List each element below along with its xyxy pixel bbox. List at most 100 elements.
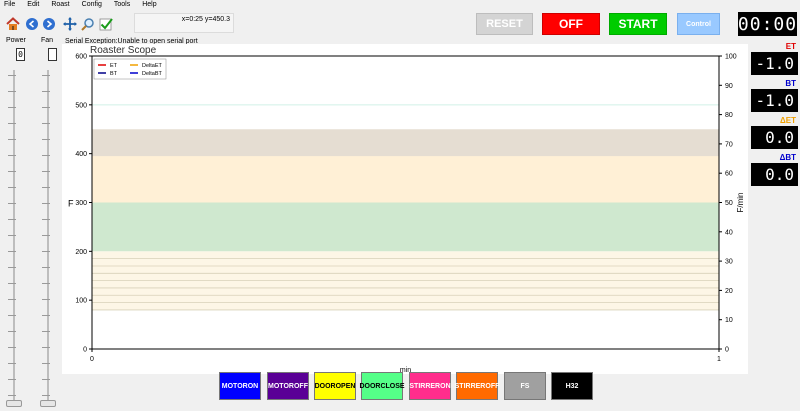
- event-button-h32[interactable]: H32: [551, 372, 593, 400]
- event-button-stirrer-off[interactable]: STIRRER OFF: [455, 372, 499, 400]
- y2-tick-label: 0: [725, 347, 729, 354]
- menu-config[interactable]: Config: [82, 0, 102, 10]
- slider-tick: [46, 363, 50, 364]
- lcd-label-1: BT: [785, 79, 796, 88]
- slider-tick: [46, 155, 50, 156]
- y2-tick-label: 60: [725, 171, 733, 178]
- slider-tick: [12, 139, 16, 140]
- y2-tick-label: 40: [725, 229, 733, 236]
- slider-tick: [12, 171, 16, 172]
- slider-tick: [46, 299, 50, 300]
- y2-tick-label: 100: [725, 54, 737, 61]
- phase-band: [92, 202, 719, 252]
- slider-tick: [12, 155, 16, 156]
- y-tick-label: 600: [75, 54, 87, 61]
- slider-tick: [46, 315, 50, 316]
- fan-label: Fan: [41, 37, 54, 44]
- legend-label: DeltaBT: [142, 71, 163, 77]
- slider-tick: [46, 251, 50, 252]
- zoom-icon[interactable]: [81, 17, 95, 31]
- legend-label: ET: [110, 63, 118, 69]
- y2-tick-label: 70: [725, 141, 733, 148]
- power-slider-thumb[interactable]: [6, 400, 22, 407]
- control-button[interactable]: Control: [677, 13, 720, 35]
- event-button-stirrer-on[interactable]: STIRRER ON: [409, 372, 451, 400]
- slider-tick: [12, 347, 16, 348]
- event-button-door-open[interactable]: DOOR OPEN: [314, 372, 356, 400]
- legend-label: DeltaET: [142, 63, 163, 69]
- legend-label: BT: [110, 71, 118, 77]
- y2-tick-label: 90: [725, 83, 733, 90]
- pan-icon[interactable]: [63, 17, 77, 31]
- event-button-door-close[interactable]: DOOR CLOSE: [359, 372, 405, 400]
- x-tick-label: 0: [90, 356, 94, 363]
- slider-tick: [46, 219, 50, 220]
- roast-timer: 00:00: [737, 12, 798, 36]
- power-slider-track[interactable]: [13, 70, 15, 405]
- slider-tick: [12, 331, 16, 332]
- slider-tick: [46, 107, 50, 108]
- event-button-motor-on[interactable]: MOTOR ON: [219, 372, 261, 400]
- slider-tick: [12, 267, 16, 268]
- slider-tick: [12, 235, 16, 236]
- slider-tick: [12, 219, 16, 220]
- slider-tick: [12, 363, 16, 364]
- menu-roast[interactable]: Roast: [51, 0, 69, 10]
- fan-value: [48, 48, 57, 61]
- slider-tick: [46, 395, 50, 396]
- start-button[interactable]: START: [609, 13, 667, 35]
- slider-tick: [46, 283, 50, 284]
- reset-button[interactable]: RESET: [476, 13, 533, 35]
- y2-tick-label: 80: [725, 112, 733, 119]
- y-axis-label: F: [68, 199, 74, 209]
- home-icon[interactable]: [6, 17, 20, 31]
- roaster-scope-chart[interactable]: Roaster Scope 0 100 200 300 400 500 600 0 10 20 30 4…: [62, 44, 748, 374]
- menu-bar: File Edit Roast Config Tools Help: [0, 0, 800, 10]
- phase-band: [92, 156, 719, 203]
- checkmark-icon[interactable]: [99, 17, 113, 31]
- slider-tick: [12, 395, 16, 396]
- slider-tick: [12, 75, 16, 76]
- lcd-value-2: 0.0: [751, 126, 798, 149]
- y-tick-label: 100: [75, 298, 87, 305]
- back-icon[interactable]: [25, 17, 39, 31]
- y2-tick-label: 10: [725, 317, 733, 324]
- menu-edit[interactable]: Edit: [27, 0, 39, 10]
- slider-tick: [46, 171, 50, 172]
- menu-file[interactable]: File: [4, 0, 15, 10]
- coordinates-display: x=0:25 y=450.3: [134, 13, 234, 33]
- slider-tick: [46, 123, 50, 124]
- slider-tick: [12, 123, 16, 124]
- chart-svg: Roaster Scope010020030040050060001020304…: [68, 45, 745, 374]
- slider-tick: [12, 379, 16, 380]
- slider-tick: [46, 235, 50, 236]
- y-tick-label: 0: [83, 347, 87, 354]
- chart-title: Roaster Scope: [90, 45, 157, 56]
- slider-tick: [46, 75, 50, 76]
- slider-tick: [46, 203, 50, 204]
- slider-tick: [12, 107, 16, 108]
- slider-tick: [46, 267, 50, 268]
- forward-icon[interactable]: [42, 17, 56, 31]
- fan-slider-thumb[interactable]: [40, 400, 56, 407]
- y-tick-label: 500: [75, 102, 87, 109]
- y2-axis-label: F/min: [736, 193, 745, 213]
- lcd-value-3: 0.0: [751, 163, 798, 186]
- off-button[interactable]: OFF: [542, 13, 600, 35]
- y2-tick-label: 30: [725, 259, 733, 266]
- y2-tick-label: 50: [725, 200, 733, 207]
- power-value: 0: [16, 48, 25, 61]
- y-tick-label: 200: [75, 249, 87, 256]
- event-button-fs[interactable]: FS: [504, 372, 546, 400]
- slider-tick: [46, 139, 50, 140]
- event-button-motor-off[interactable]: MOTOR OFF: [267, 372, 309, 400]
- slider-tick: [46, 187, 50, 188]
- slider-tick: [12, 91, 16, 92]
- slider-tick: [46, 347, 50, 348]
- menu-tools[interactable]: Tools: [114, 0, 130, 10]
- slider-tick: [46, 379, 50, 380]
- menu-help[interactable]: Help: [142, 0, 156, 10]
- slider-tick: [12, 283, 16, 284]
- fan-slider-track[interactable]: [47, 70, 49, 405]
- power-label: Power: [6, 37, 26, 44]
